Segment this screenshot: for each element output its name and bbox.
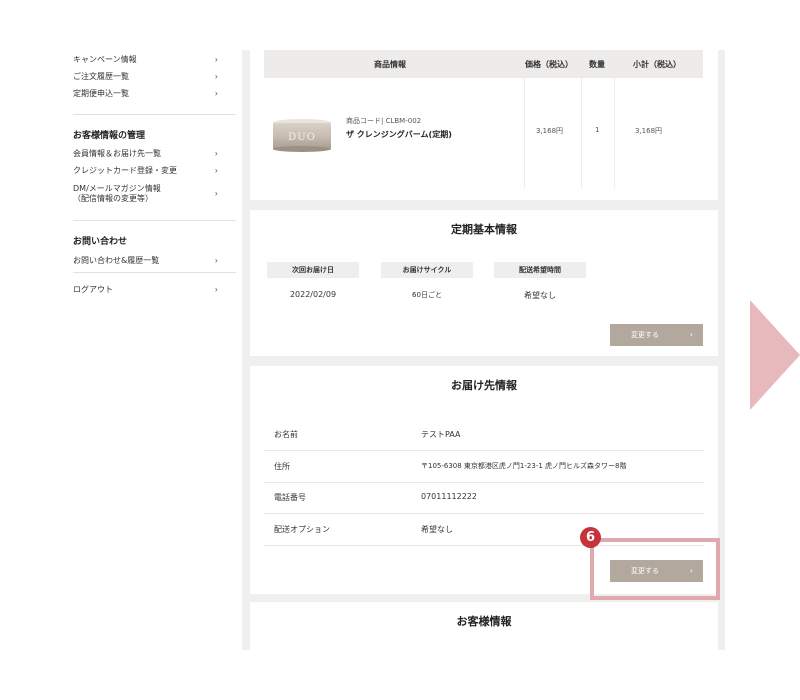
delivery-value-address: 〒105-6308 東京都港区虎ノ門1-23-1 虎ノ門ヒルズ森タワー8階 xyxy=(421,462,627,470)
sidebar-item-order-history[interactable]: ご注文履歴一覧 › xyxy=(73,72,218,82)
sidebar-item-label: 会員情報＆お届け先一覧 xyxy=(73,149,161,158)
field-value-time: 希望なし xyxy=(524,291,556,300)
header-product-info: 商品情報 xyxy=(374,60,406,69)
chevron-right-icon: › xyxy=(214,55,218,64)
sidebar: キャンペーン情報 › ご注文履歴一覧 › 定期便申込一覧 › お客様情報の管理 … xyxy=(49,50,242,650)
chevron-right-icon: › xyxy=(214,166,218,175)
row-divider xyxy=(264,513,704,514)
highlight-box xyxy=(590,538,720,600)
chevron-right-icon: › xyxy=(214,89,218,98)
customer-info-card: お客様情報 xyxy=(250,602,718,650)
next-arrow-icon xyxy=(750,300,800,410)
header-qty: 数量 xyxy=(589,60,605,69)
delivery-label-option: 配送オプション xyxy=(274,525,330,534)
product-table-header: 商品情報 価格（税込） 数量 小計（税込） xyxy=(264,50,703,78)
sidebar-item-label: お問い合わせ&履歴一覧 xyxy=(73,256,160,265)
delivery-label-address: 住所 xyxy=(274,462,290,471)
delivery-value-name: テストPAA xyxy=(421,430,461,439)
chevron-right-icon: › xyxy=(214,256,218,265)
step-number-badge: 6 xyxy=(580,527,601,548)
sidebar-item-title: DM/メールマガジン情報 xyxy=(73,184,161,193)
field-label-cycle: お届けサイクル xyxy=(381,262,473,278)
sidebar-item-dm-mail[interactable]: DM/メールマガジン情報 （配信情報の変更等） › xyxy=(73,183,218,205)
sidebar-item-label: キャンペーン情報 xyxy=(73,55,137,64)
chevron-right-icon: › xyxy=(214,72,218,81)
product-brand-logo: DUO xyxy=(288,132,316,143)
chevron-right-icon: › xyxy=(214,189,218,198)
delivery-value-phone: 07011112222 xyxy=(421,492,477,501)
sidebar-item-logout[interactable]: ログアウト › xyxy=(73,285,218,295)
sidebar-item-label: DM/メールマガジン情報 （配信情報の変更等） xyxy=(73,184,161,204)
sidebar-item-campaign[interactable]: キャンペーン情報 › xyxy=(73,55,218,65)
field-label-time: 配送希望時間 xyxy=(494,262,586,278)
chevron-right-icon: › xyxy=(689,330,693,339)
delivery-label-name: お名前 xyxy=(274,430,298,439)
sidebar-item-label: 定期便申込一覧 xyxy=(73,89,129,98)
product-card: 商品情報 価格（税込） 数量 小計（税込） DUO 商品コード| CLBM-00… xyxy=(250,50,718,200)
delivery-label-phone: 電話番号 xyxy=(274,493,306,502)
column-divider xyxy=(614,78,615,188)
sidebar-heading-customer: お客様情報の管理 xyxy=(73,131,146,141)
product-subtotal: 3,168円 xyxy=(635,127,663,135)
sidebar-item-subscriptions[interactable]: 定期便申込一覧 › xyxy=(73,89,218,99)
delivery-title: お届け先情報 xyxy=(451,379,517,392)
product-image: DUO xyxy=(273,119,331,152)
subscription-title: 定期基本情報 xyxy=(451,223,517,236)
sidebar-heading-contact: お問い合わせ xyxy=(73,237,128,247)
column-divider xyxy=(524,78,525,188)
sidebar-divider xyxy=(73,220,236,221)
column-divider xyxy=(581,78,582,188)
sidebar-item-label: ご注文履歴一覧 xyxy=(73,72,129,81)
chevron-right-icon: › xyxy=(214,149,218,158)
product-price: 3,168円 xyxy=(536,127,564,135)
header-subtotal: 小計（税込） xyxy=(633,60,681,69)
delivery-value-option: 希望なし xyxy=(421,525,453,534)
subscription-card: 定期基本情報 次回お届け日 お届けサイクル 配送希望時間 2022/02/09 … xyxy=(250,210,718,356)
product-name: ザ クレンジングバーム(定期) xyxy=(346,130,452,139)
sidebar-item-subtitle: （配信情報の変更等） xyxy=(73,194,153,203)
field-value-next-delivery: 2022/02/09 xyxy=(289,290,337,299)
sidebar-item-contact-history[interactable]: お問い合わせ&履歴一覧 › xyxy=(73,256,218,266)
row-divider xyxy=(264,482,704,483)
sidebar-item-label: クレジットカード登録・変更 xyxy=(73,166,177,175)
next-step-panel xyxy=(725,50,750,650)
button-label: 変更する xyxy=(631,331,659,339)
field-value-cycle: 60日ごと xyxy=(412,291,442,299)
field-label-next-delivery: 次回お届け日 xyxy=(267,262,359,278)
row-divider xyxy=(264,450,704,451)
sidebar-item-credit-card[interactable]: クレジットカード登録・変更 › xyxy=(73,166,218,176)
product-qty: 1 xyxy=(595,126,600,134)
sidebar-divider xyxy=(73,272,236,273)
product-code: 商品コード| CLBM-002 xyxy=(346,117,422,125)
chevron-right-icon: › xyxy=(214,285,218,294)
sidebar-item-label: ログアウト xyxy=(73,285,113,294)
subscription-change-button[interactable]: 変更する › xyxy=(610,324,703,346)
sidebar-item-member-info[interactable]: 会員情報＆お届け先一覧 › xyxy=(73,149,218,159)
customer-info-title: お客様情報 xyxy=(456,615,512,628)
sidebar-divider xyxy=(73,114,236,115)
header-price: 価格（税込） xyxy=(525,60,573,69)
